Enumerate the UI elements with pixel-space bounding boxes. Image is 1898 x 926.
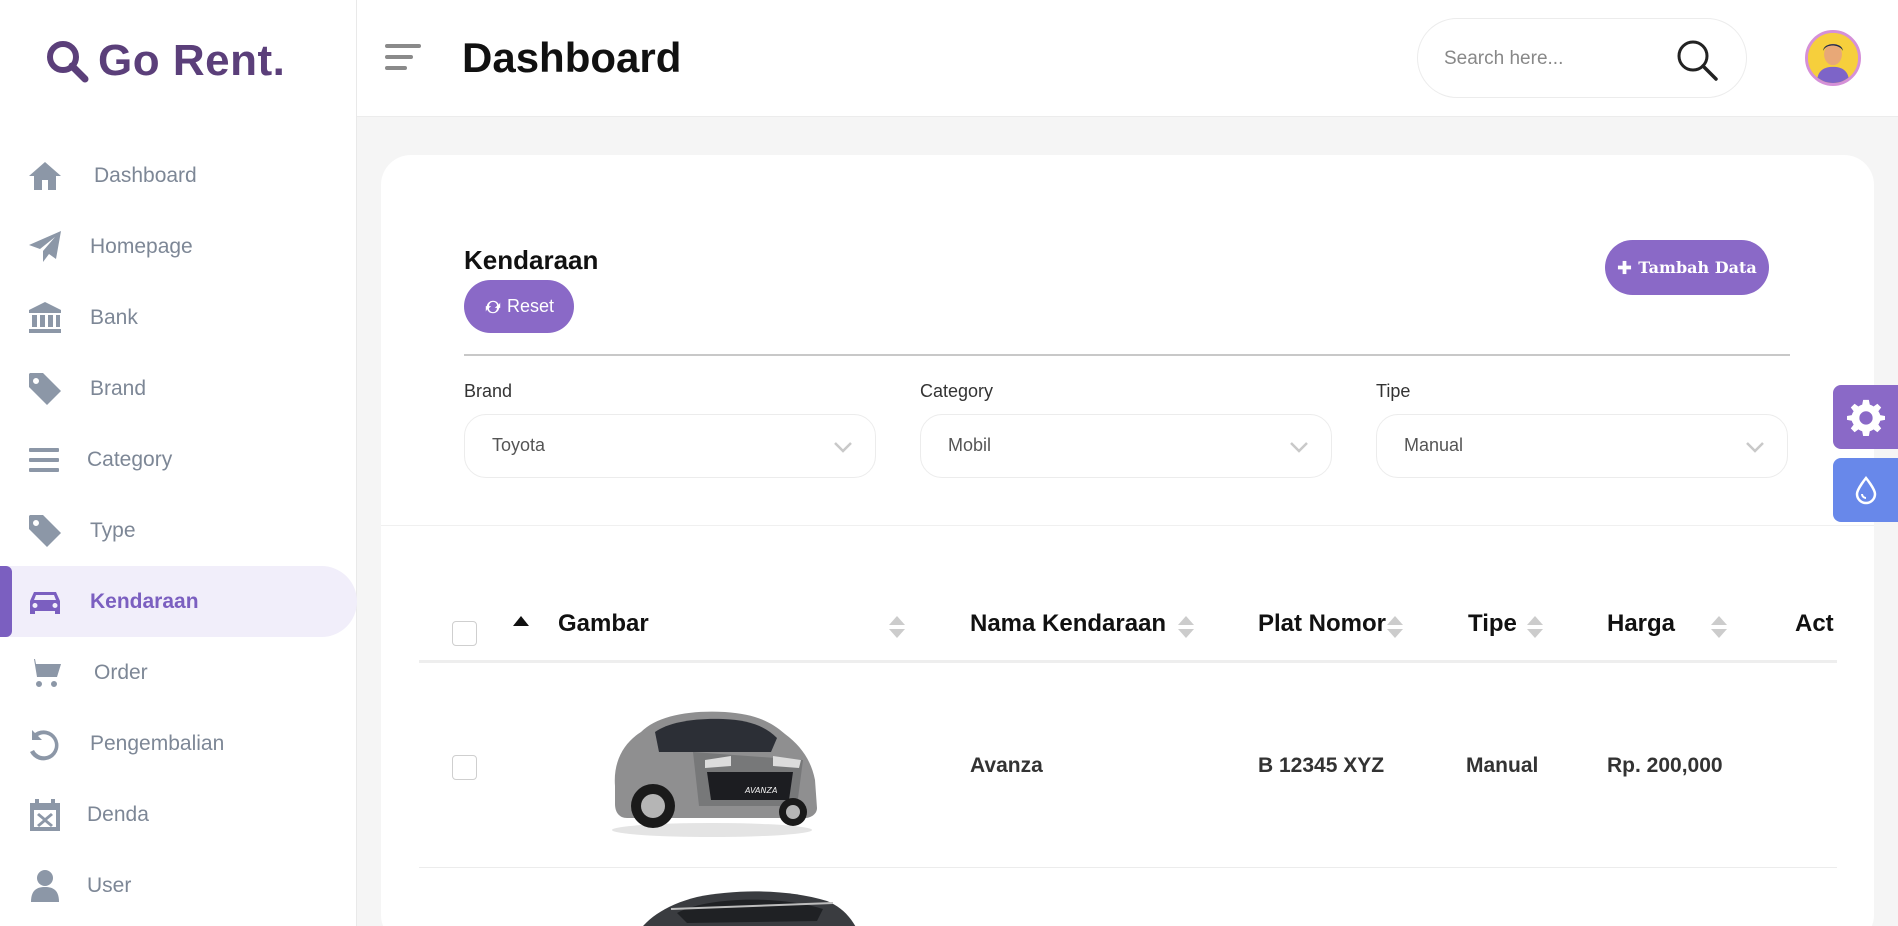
filter-label: Category: [920, 381, 994, 401]
top-header: Dashboard: [357, 0, 1898, 117]
home-icon: [26, 157, 64, 195]
select-value: Toyota: [492, 435, 546, 455]
sort-icon[interactable]: [1386, 615, 1404, 639]
kendaraan-card: Kendaraan Reset Tambah Data Brand Toyota…: [381, 155, 1874, 926]
refresh-icon: [485, 300, 501, 313]
sidebar-item-label: Denda: [87, 802, 149, 826]
bank-icon: [26, 299, 64, 337]
row-checkbox[interactable]: [452, 755, 477, 780]
col-plat-nomor[interactable]: Plat Nomor: [1258, 610, 1386, 638]
sidebar-item-label: User: [87, 873, 132, 897]
tag-icon: [26, 512, 64, 550]
app-name: Go Rent.: [98, 36, 286, 85]
theme-color-button[interactable]: [1833, 458, 1898, 522]
select-value: Manual: [1404, 435, 1464, 455]
car-icon: [26, 583, 64, 621]
cart-icon: [26, 654, 64, 692]
brand-select[interactable]: Toyota: [464, 414, 876, 478]
sidebar-item-denda[interactable]: Denda: [0, 779, 357, 850]
chevron-down-icon: [1290, 442, 1308, 453]
select-all-checkbox[interactable]: [452, 621, 477, 646]
sidebar-item-category[interactable]: Category: [0, 424, 357, 495]
sidebar-item-label: Kendaraan: [90, 589, 199, 613]
sidebar-item-label: Dashboard: [94, 163, 197, 187]
search-box: [1417, 18, 1747, 98]
menu-toggle-button[interactable]: [385, 44, 421, 74]
filter-brand: Brand Toyota: [464, 381, 876, 478]
divider: [464, 354, 1790, 356]
table-header: Gambar Nama Kendaraan Plat Nomor Tipe Ha…: [419, 585, 1837, 663]
sidebar-item-bank[interactable]: Bank: [0, 282, 357, 353]
tipe-select[interactable]: Manual: [1376, 414, 1788, 478]
sidebar-item-brand[interactable]: Brand: [0, 353, 357, 424]
filter-tipe: Tipe Manual: [1376, 381, 1788, 478]
filter-label: Brand: [464, 381, 513, 401]
col-gambar[interactable]: Gambar: [558, 610, 649, 638]
chevron-down-icon: [834, 442, 852, 453]
col-tipe[interactable]: Tipe: [1468, 610, 1517, 638]
undo-icon: [26, 725, 64, 763]
sort-asc-icon[interactable]: [512, 615, 530, 627]
page-title: Dashboard: [462, 34, 682, 81]
car-image: AVANZA: [612, 711, 817, 837]
sort-icon[interactable]: [1526, 615, 1544, 639]
sidebar-item-user[interactable]: User: [0, 850, 357, 921]
sidebar-item-pengembalian[interactable]: Pengembalian: [0, 708, 357, 779]
sidebar: Go Rent. Dashboard Homepage Bank Brand C…: [0, 0, 357, 926]
sidebar-item-homepage[interactable]: Homepage: [0, 211, 357, 282]
cell-tipe: Manual: [1466, 754, 1539, 777]
select-value: Mobil: [948, 435, 992, 455]
car-badge: AVANZA: [744, 786, 777, 795]
section-separator: [381, 525, 1874, 526]
sidebar-item-dashboard[interactable]: Dashboard: [0, 140, 357, 211]
sidebar-item-label: Brand: [90, 376, 147, 400]
col-action[interactable]: Act: [1795, 610, 1837, 638]
avatar[interactable]: [1805, 30, 1861, 86]
sidebar-nav: Dashboard Homepage Bank Brand Category T…: [0, 140, 357, 921]
cell-nama-kendaraan: Avanza: [970, 754, 1043, 777]
sidebar-item-label: Bank: [90, 305, 138, 329]
paper-plane-icon: [26, 228, 64, 266]
category-select[interactable]: Mobil: [920, 414, 1332, 478]
sidebar-item-kendaraan[interactable]: Kendaraan: [0, 566, 357, 637]
tag-icon: [26, 370, 64, 408]
sidebar-item-label: Order: [94, 660, 148, 684]
sidebar-item-type[interactable]: Type: [0, 495, 357, 566]
search-input[interactable]: [1444, 43, 1664, 75]
table-row[interactable]: AVANZA Avanza B 12345 XYZ Manual Rp. 200…: [419, 666, 1837, 868]
settings-button[interactable]: [1833, 385, 1898, 449]
search-logo-icon: [47, 41, 89, 83]
reset-button[interactable]: Reset: [464, 280, 574, 333]
droplet-icon: [1855, 476, 1876, 505]
gear-icon: [1846, 399, 1885, 436]
reset-label: Reset: [506, 296, 555, 316]
filter-category: Category Mobil: [920, 381, 1332, 478]
sidebar-item-label: Category: [87, 447, 173, 471]
col-harga[interactable]: Harga: [1607, 610, 1675, 638]
sidebar-item-label: Type: [90, 518, 136, 542]
plus-icon: [1618, 260, 1632, 275]
sort-icon[interactable]: [1177, 615, 1195, 639]
user-icon: [26, 867, 64, 905]
card-title: Kendaraan: [464, 245, 599, 275]
filter-label: Tipe: [1376, 381, 1411, 401]
sidebar-item-label: Pengembalian: [90, 731, 225, 755]
list-icon: [26, 441, 64, 479]
logo[interactable]: Go Rent.: [44, 36, 285, 86]
sidebar-item-order[interactable]: Order: [0, 637, 357, 708]
sort-icon[interactable]: [1710, 615, 1728, 639]
calendar-x-icon: [26, 796, 64, 834]
sort-icon[interactable]: [888, 615, 906, 639]
table-row[interactable]: [419, 869, 1837, 926]
col-nama-kendaraan[interactable]: Nama Kendaraan: [970, 610, 1166, 638]
add-data-button[interactable]: Tambah Data: [1605, 240, 1769, 295]
chevron-down-icon: [1746, 442, 1764, 453]
cell-harga: Rp. 200,000: [1607, 754, 1723, 777]
search-icon[interactable]: [1674, 37, 1720, 83]
sidebar-item-label: Homepage: [90, 234, 193, 258]
cell-plat-nomor: B 12345 XYZ: [1258, 754, 1385, 777]
car-image: [643, 891, 856, 926]
add-data-label: Tambah Data: [1638, 258, 1757, 277]
